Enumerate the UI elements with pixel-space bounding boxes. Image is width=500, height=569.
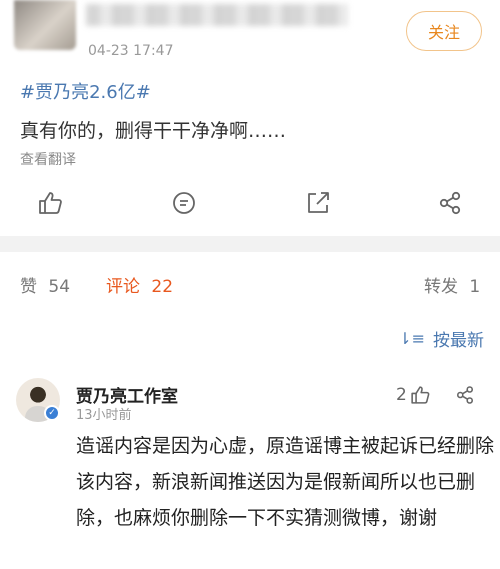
post-time: 04-23 17:47 bbox=[88, 43, 174, 59]
comment-icon[interactable] bbox=[170, 189, 198, 217]
translate-link[interactable]: 查看翻译 bbox=[20, 149, 76, 169]
forward-icon[interactable] bbox=[436, 189, 464, 217]
follow-button[interactable]: 关注 bbox=[406, 11, 482, 51]
sort-icon: ⇂≡ bbox=[398, 329, 425, 348]
comments-count: 22 bbox=[151, 277, 174, 297]
verified-badge-icon: ✓ bbox=[44, 405, 60, 421]
likes-tab[interactable]: 赞 54 bbox=[20, 272, 70, 297]
comments-label: 评论 bbox=[106, 277, 140, 297]
author-avatar-blurred[interactable] bbox=[14, 0, 76, 50]
hashtag-link[interactable]: #贾乃亮2.6亿# bbox=[20, 78, 151, 104]
reposts-tab[interactable]: 转发 1 bbox=[424, 272, 480, 297]
thumbs-up-icon[interactable] bbox=[36, 189, 64, 217]
post-header: 04-23 17:47 关注 bbox=[0, 0, 500, 70]
comment-time: 13小时前 bbox=[76, 408, 132, 423]
section-divider bbox=[0, 236, 500, 252]
likes-label: 赞 bbox=[20, 277, 37, 297]
comments-tab[interactable]: 评论 22 bbox=[106, 272, 173, 297]
sort-toggle[interactable]: ⇂≡ 按最新 bbox=[398, 326, 484, 351]
reposts-count: 1 bbox=[469, 277, 481, 297]
reposts-label: 转发 bbox=[424, 277, 458, 297]
likes-count: 54 bbox=[48, 277, 71, 297]
thumbs-up-icon bbox=[409, 384, 431, 406]
comment-text: 造谣内容是因为心虚，原造谣博主被起诉已经删除该内容，新浪新闻推送因为是假新闻所以… bbox=[76, 435, 495, 529]
sort-label: 按最新 bbox=[433, 331, 484, 351]
author-name-blurred[interactable] bbox=[86, 4, 348, 26]
share-icon[interactable] bbox=[304, 189, 332, 217]
comment-like-count: 2 bbox=[396, 385, 407, 405]
comment-share-icon[interactable] bbox=[454, 384, 476, 406]
post-body: 真有你的，删得干干净净啊…… bbox=[20, 120, 287, 142]
comment-like-button[interactable]: 2 bbox=[396, 384, 431, 406]
